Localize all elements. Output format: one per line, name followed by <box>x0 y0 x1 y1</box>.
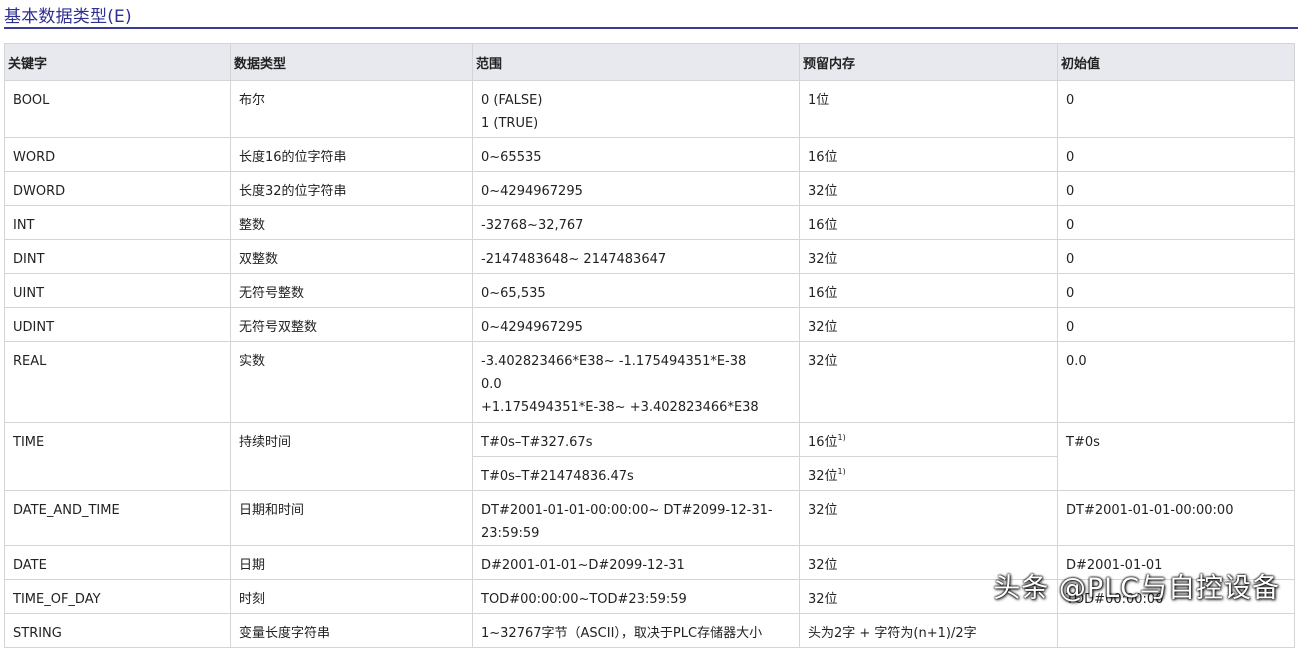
data-type-cell: 时刻 <box>230 579 473 614</box>
memory-cell: 32位 <box>799 239 1058 274</box>
range-cell: T#0s–T#21474836.47s <box>472 456 800 491</box>
initial-value-cell <box>1057 613 1295 648</box>
table-row: TIME 持续时间 T#0s–T#327.67s 16位1) T#0s <box>4 422 1295 491</box>
data-type-cell: 持续时间 <box>230 422 473 491</box>
keyword-cell: DWORD <box>4 171 231 206</box>
table-row: DWORD 长度32的位字符串 0~4294967295 32位 0 <box>4 171 1295 206</box>
initial-value-cell: 0 <box>1057 205 1295 240</box>
range-cell: 0~4294967295 <box>472 307 800 342</box>
range-line: -3.402823466*E38~ -1.175494351*E-38 <box>481 354 747 369</box>
memory-value: 32位 <box>808 469 838 484</box>
data-types-table: 关键字 数据类型 范围 预留内存 初始值 BOOL 布尔 0 (FALSE) 1… <box>4 43 1295 648</box>
keyword-cell: WORD <box>4 137 231 172</box>
initial-value-cell: 0 <box>1057 80 1295 138</box>
range-cell: 0~65535 <box>472 137 800 172</box>
memory-cell: 16位 <box>799 205 1058 240</box>
data-type-cell: 实数 <box>230 341 473 423</box>
range-line: +1.175494351*E-38~ +3.402823466*E38 <box>481 400 759 415</box>
memory-cell: 32位 <box>799 545 1058 580</box>
data-type-cell: 日期 <box>230 545 473 580</box>
range-cell: 0~4294967295 <box>472 171 800 206</box>
range-cell: T#0s–T#327.67s <box>472 422 800 457</box>
range-cell: D#2001-01-01~D#2099-12-31 <box>472 545 800 580</box>
footnote-marker: 1) <box>837 433 846 442</box>
initial-value-cell: 0 <box>1057 137 1295 172</box>
memory-cell: 32位 <box>799 490 1058 546</box>
table-row: DINT 双整数 -2147483648~ 2147483647 32位 0 <box>4 239 1295 274</box>
memory-value: 16位 <box>808 435 838 450</box>
keyword-cell: BOOL <box>4 80 231 138</box>
memory-cell: 16位 <box>799 137 1058 172</box>
memory-cell: 头为2字 + 字符为(n+1)/2字 <box>799 613 1058 648</box>
column-header-range: 范围 <box>472 43 800 81</box>
keyword-cell: TIME <box>4 422 231 491</box>
range-cell: -32768~32,767 <box>472 205 800 240</box>
range-line: 0.0 <box>481 377 502 392</box>
range-cell: 1~32767字节（ASCII），取决于PLC存储器大小 <box>472 613 800 648</box>
data-type-cell: 无符号双整数 <box>230 307 473 342</box>
data-type-cell: 双整数 <box>230 239 473 274</box>
table-row: TIME_OF_DAY 时刻 TOD#00:00:00~TOD#23:59:59… <box>4 579 1295 614</box>
memory-cell: 32位1) <box>799 456 1058 491</box>
range-line: 0 (FALSE) <box>481 93 543 108</box>
range-cell: TOD#00:00:00~TOD#23:59:59 <box>472 579 800 614</box>
initial-value-cell: 0 <box>1057 171 1295 206</box>
initial-value-cell: TOD#00:00:00 <box>1057 579 1295 614</box>
title-underline <box>4 27 1298 29</box>
column-header-keyword: 关键字 <box>4 43 231 81</box>
table-row: BOOL 布尔 0 (FALSE) 1 (TRUE) 1位 0 <box>4 80 1295 138</box>
table-header-row: 关键字 数据类型 范围 预留内存 初始值 <box>4 43 1295 81</box>
range-cell: 0 (FALSE) 1 (TRUE) <box>472 80 800 138</box>
memory-cell: 32位 <box>799 579 1058 614</box>
data-type-cell: 日期和时间 <box>230 490 473 546</box>
keyword-cell: DATE <box>4 545 231 580</box>
data-type-cell: 长度16的位字符串 <box>230 137 473 172</box>
initial-value-cell: T#0s <box>1057 422 1295 491</box>
table-row: UDINT 无符号双整数 0~4294967295 32位 0 <box>4 307 1295 342</box>
memory-cell: 16位1) <box>799 422 1058 457</box>
keyword-cell: INT <box>4 205 231 240</box>
memory-cell: 32位 <box>799 341 1058 423</box>
range-line: 1 (TRUE) <box>481 116 539 131</box>
memory-cell: 32位 <box>799 171 1058 206</box>
range-cell: -2147483648~ 2147483647 <box>472 239 800 274</box>
range-cell: 0~65,535 <box>472 273 800 308</box>
initial-value-cell: 0 <box>1057 239 1295 274</box>
keyword-cell: UINT <box>4 273 231 308</box>
memory-cell: 16位 <box>799 273 1058 308</box>
initial-value-cell: DT#2001-01-01-00:00:00 <box>1057 490 1295 546</box>
table-row: WORD 长度16的位字符串 0~65535 16位 0 <box>4 137 1295 172</box>
data-type-cell: 布尔 <box>230 80 473 138</box>
table-row: INT 整数 -32768~32,767 16位 0 <box>4 205 1295 240</box>
keyword-cell: REAL <box>4 341 231 423</box>
column-header-data-type: 数据类型 <box>230 43 473 81</box>
range-cell: -3.402823466*E38~ -1.175494351*E-38 0.0 … <box>472 341 800 423</box>
data-type-cell: 变量长度字符串 <box>230 613 473 648</box>
table-row: DATE_AND_TIME 日期和时间 DT#2001-01-01-00:00:… <box>4 490 1295 546</box>
initial-value-cell: 0.0 <box>1057 341 1295 423</box>
table-row: REAL 实数 -3.402823466*E38~ -1.175494351*E… <box>4 341 1295 423</box>
range-cell: DT#2001-01-01-00:00:00~ DT#2099-12-31-23… <box>472 490 800 546</box>
table-row: STRING 变量长度字符串 1~32767字节（ASCII），取决于PLC存储… <box>4 613 1295 648</box>
column-header-memory: 预留内存 <box>799 43 1058 81</box>
memory-cell: 32位 <box>799 307 1058 342</box>
table-row: DATE 日期 D#2001-01-01~D#2099-12-31 32位 D#… <box>4 545 1295 580</box>
table-row: UINT 无符号整数 0~65,535 16位 0 <box>4 273 1295 308</box>
data-type-cell: 长度32的位字符串 <box>230 171 473 206</box>
section-title: 基本数据类型(E) <box>4 7 132 27</box>
keyword-cell: DINT <box>4 239 231 274</box>
initial-value-cell: 0 <box>1057 307 1295 342</box>
column-header-initial-value: 初始值 <box>1057 43 1295 81</box>
keyword-cell: STRING <box>4 613 231 648</box>
initial-value-cell: D#2001-01-01 <box>1057 545 1295 580</box>
keyword-cell: TIME_OF_DAY <box>4 579 231 614</box>
footnote-marker: 1) <box>837 467 846 476</box>
data-type-cell: 整数 <box>230 205 473 240</box>
data-type-cell: 无符号整数 <box>230 273 473 308</box>
initial-value-cell: 0 <box>1057 273 1295 308</box>
keyword-cell: DATE_AND_TIME <box>4 490 231 546</box>
memory-cell: 1位 <box>799 80 1058 138</box>
keyword-cell: UDINT <box>4 307 231 342</box>
